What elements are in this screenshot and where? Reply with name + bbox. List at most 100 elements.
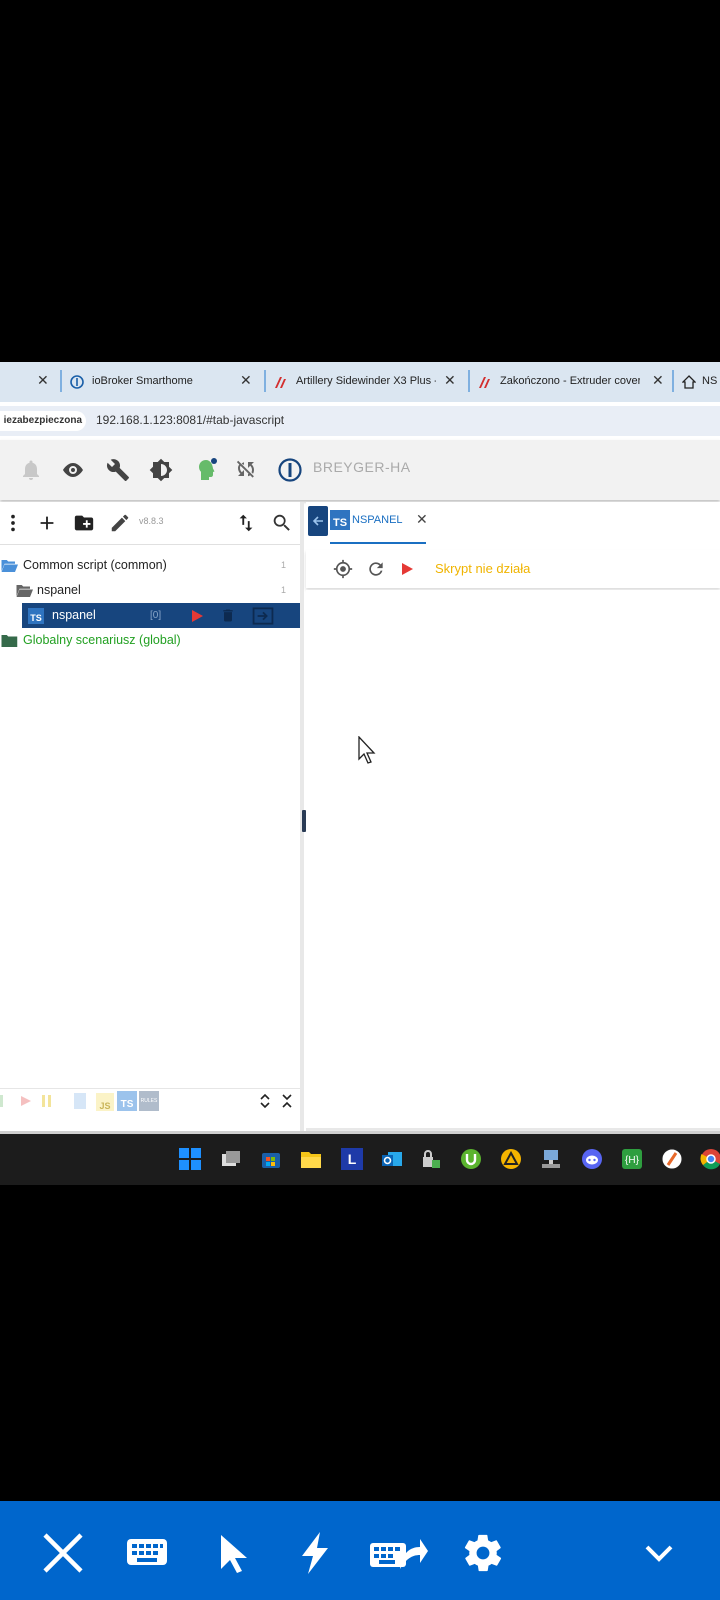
typescript-icon: TS <box>28 608 44 624</box>
folder-open-icon <box>1 560 18 572</box>
utorrent-icon[interactable] <box>460 1148 482 1170</box>
script-tree-pane: v8.8.3 Common script (common) 1 nspanel … <box>0 502 304 1185</box>
launcher-l-icon[interactable]: L <box>341 1148 363 1170</box>
expand-all-icon[interactable] <box>258 1093 272 1109</box>
editor-tab-bar: TS NSPANEL ✕ <box>306 502 720 546</box>
search-icon[interactable] <box>271 512 293 534</box>
script-status: Skrypt nie działa <box>435 561 531 576</box>
script-instance: [0] <box>150 610 162 621</box>
task-view-icon[interactable] <box>220 1148 242 1170</box>
gear-icon[interactable] <box>461 1531 505 1575</box>
close-tab-icon[interactable]: ✕ <box>416 511 428 528</box>
bell-icon[interactable] <box>19 458 43 482</box>
url-field[interactable]: iezabezpieczona 192.168.1.123:8081/#tab-… <box>0 406 720 436</box>
pause-filter-icon[interactable] <box>42 1095 51 1107</box>
collapse-all-icon[interactable] <box>280 1093 294 1109</box>
keyboard-icon[interactable] <box>125 1531 169 1575</box>
add-script-icon[interactable] <box>36 512 58 534</box>
pause-filter-icon[interactable] <box>0 1095 6 1107</box>
tab-label: NSPANEL <box>352 514 403 526</box>
sync-disabled-icon[interactable] <box>234 458 258 482</box>
blockly-filter-icon[interactable] <box>74 1093 86 1109</box>
play-icon[interactable] <box>401 562 414 576</box>
folder-open-icon <box>16 585 33 597</box>
chrome-icon[interactable] <box>700 1148 720 1170</box>
folder-common[interactable]: Common script (common) 1 <box>0 553 300 578</box>
tab-iobroker[interactable]: ioBroker Smarthome ✕ <box>62 362 262 402</box>
export-icon[interactable] <box>252 607 274 625</box>
typescript-icon: TS <box>330 510 350 530</box>
folder-label: Common script (common) <box>23 558 167 572</box>
keyboard-send-icon[interactable] <box>370 1531 428 1575</box>
tab-nspanel[interactable]: TS NSPANEL ✕ <box>330 510 440 538</box>
close-tab-icon[interactable]: ✕ <box>444 372 456 389</box>
browser-tab-strip: ✕ ioBroker Smarthome ✕ Artillery Sidewin… <box>0 362 720 402</box>
adapter-version: v8.8.3 <box>139 516 164 526</box>
delete-icon[interactable] <box>220 607 236 624</box>
chevron-down-icon[interactable] <box>637 1531 681 1575</box>
run-filter-icon[interactable] <box>20 1095 32 1107</box>
discord-icon[interactable] <box>581 1148 603 1170</box>
outlook-icon[interactable] <box>381 1148 403 1170</box>
brightness-icon[interactable] <box>149 458 173 482</box>
close-tab-icon[interactable]: ✕ <box>652 372 664 389</box>
remote-control-bar <box>0 1501 720 1600</box>
script-row-nspanel[interactable]: TS nspanel [0] <box>22 603 300 628</box>
reload-icon[interactable] <box>366 559 386 579</box>
node-app-icon[interactable]: {H} <box>621 1148 643 1170</box>
windows-start-icon[interactable] <box>179 1148 201 1170</box>
tab-label: NS <box>702 375 718 387</box>
artillery-logo-icon <box>479 377 490 388</box>
url-text: 192.168.1.123:8081/#tab-javascript <box>96 413 285 427</box>
editor-pane: TS NSPANEL ✕ Skrypt nie działa <box>306 502 720 1185</box>
eye-icon[interactable] <box>61 458 85 482</box>
close-tab-icon[interactable]: ✕ <box>37 372 49 389</box>
iobroker-logo-icon <box>70 375 84 389</box>
tab-extruder[interactable]: Zakończono - Extruder cover ✕ <box>470 362 670 402</box>
file-explorer-icon[interactable] <box>300 1148 322 1170</box>
house-logo-icon <box>682 375 696 389</box>
pointer-icon[interactable] <box>213 1531 257 1575</box>
close-icon[interactable] <box>41 1531 85 1575</box>
host-name: BREYGER-HA <box>313 459 411 475</box>
rules-filter-badge[interactable]: RULES <box>139 1091 159 1111</box>
locate-icon[interactable] <box>333 559 353 579</box>
tab-label: Zakończono - Extruder cover <box>500 375 640 387</box>
network-lock-icon[interactable] <box>420 1148 442 1170</box>
code-editor[interactable] <box>306 590 720 1128</box>
artillery-logo-icon <box>275 377 286 388</box>
script-toolbar: Skrypt nie działa <box>306 550 720 588</box>
remote-screen: ✕ ioBroker Smarthome ✕ Artillery Sidewin… <box>0 362 720 1185</box>
mouse-cursor-icon <box>358 736 376 764</box>
sort-icon[interactable] <box>235 512 257 534</box>
wrench-icon[interactable] <box>106 458 130 482</box>
user-head-icon[interactable] <box>193 458 217 482</box>
script-label: nspanel <box>52 608 96 622</box>
store-icon[interactable] <box>260 1148 282 1170</box>
filter-toolbar: JS TS RULES <box>0 1088 300 1113</box>
network-device-icon[interactable] <box>540 1148 562 1170</box>
app-header: BREYGER-HA <box>0 440 720 500</box>
collapse-tree-icon[interactable] <box>308 506 328 536</box>
ts-filter-badge[interactable]: TS <box>117 1091 137 1111</box>
more-vert-icon[interactable] <box>2 512 24 534</box>
close-tab-icon[interactable]: ✕ <box>240 372 252 389</box>
script-count: 1 <box>280 560 286 570</box>
play-icon[interactable] <box>190 609 204 623</box>
folder-label: Globalny scenariusz (global) <box>23 633 181 647</box>
edit-icon[interactable] <box>109 512 131 534</box>
tab-ns[interactable]: NS <box>674 362 720 402</box>
tab-artillery[interactable]: Artillery Sidewinder X3 Plus - ✕ <box>266 362 466 402</box>
add-folder-icon[interactable] <box>73 512 95 534</box>
security-badge[interactable]: iezabezpieczona <box>0 411 86 431</box>
folder-label: nspanel <box>37 583 81 597</box>
folder-nspanel[interactable]: nspanel 1 <box>0 578 300 603</box>
iobroker-logo-icon[interactable] <box>278 458 302 482</box>
slash-app-icon[interactable] <box>661 1148 683 1170</box>
lightning-icon[interactable] <box>294 1531 338 1575</box>
svg-text:{H}: {H} <box>625 1155 640 1166</box>
js-filter-badge[interactable]: JS <box>96 1093 114 1111</box>
folder-global[interactable]: Globalny scenariusz (global) <box>0 628 300 653</box>
tab-label: Artillery Sidewinder X3 Plus - <box>296 375 436 387</box>
drive-app-icon[interactable] <box>500 1148 522 1170</box>
